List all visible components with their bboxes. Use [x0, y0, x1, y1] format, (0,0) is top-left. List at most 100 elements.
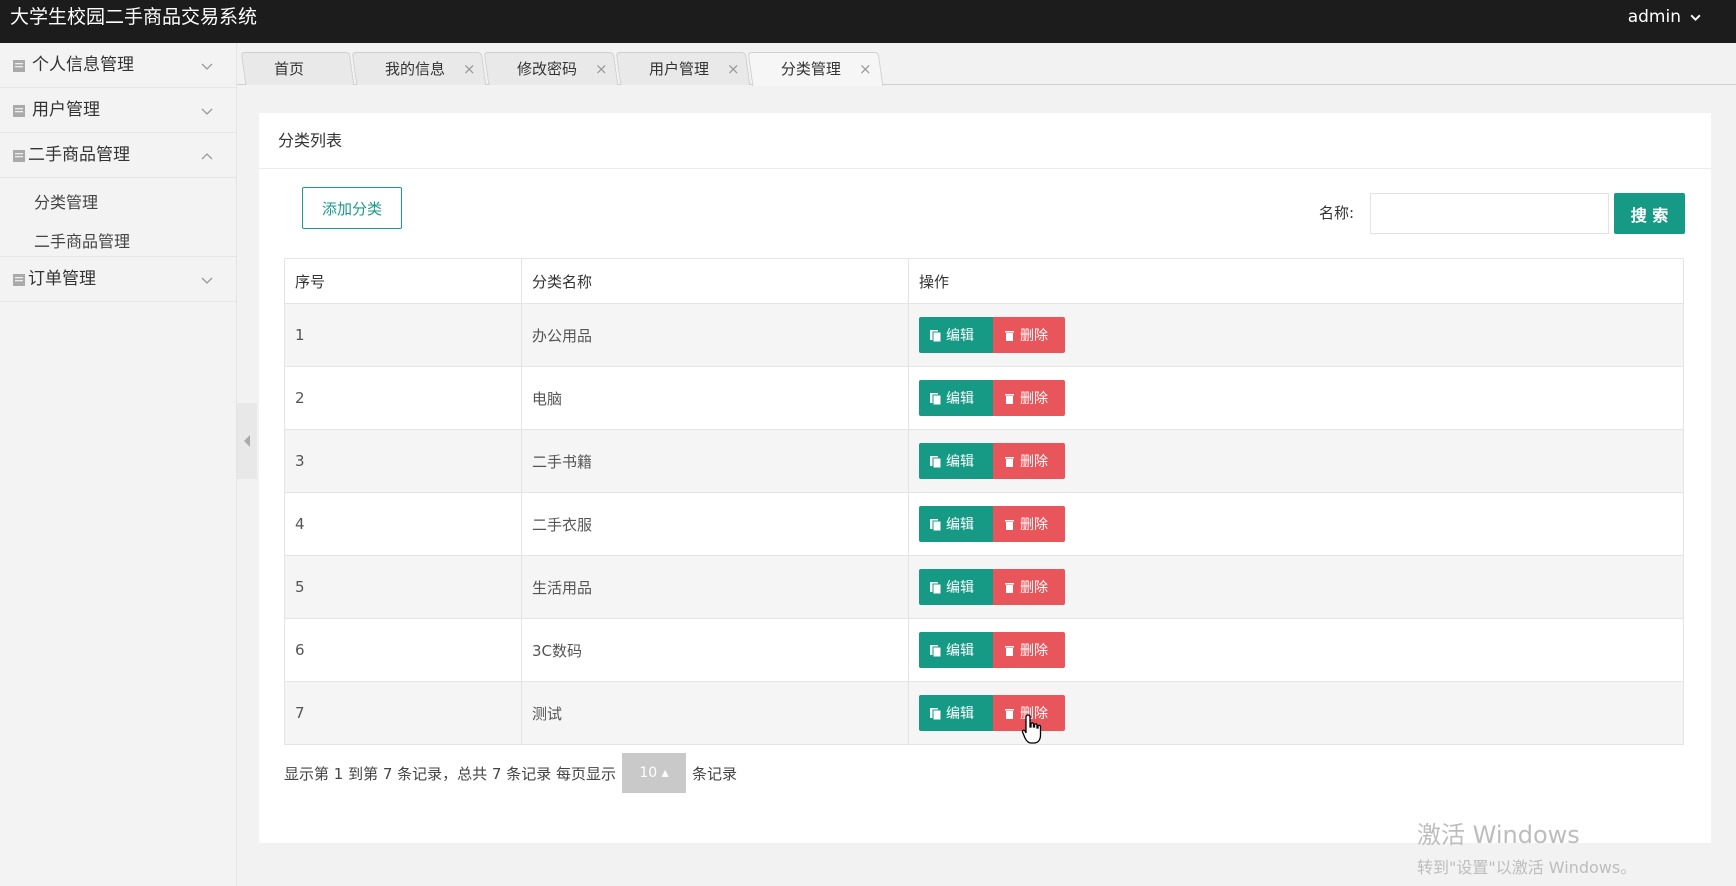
edit-button[interactable]: 编辑: [919, 443, 993, 479]
category-table: 序号 分类名称 操作 1 办公用品 编辑 删除 2 电脑 编辑 删除 3 二手书…: [284, 258, 1684, 745]
sidebar-group-orders[interactable]: 订单管理: [0, 257, 236, 302]
cell-name: 电脑: [521, 366, 909, 430]
sidebar-group-goods-management[interactable]: 二手商品管理: [0, 133, 236, 178]
watermark-title: 激活 Windows: [1417, 821, 1580, 849]
tab-my-info[interactable]: 我的信息 ×: [351, 52, 487, 85]
edit-icon: [930, 329, 942, 342]
sidebar-collapse-handle[interactable]: [237, 403, 257, 479]
category-list-panel: 分类列表 添加分类 名称: 搜 索 序号 分类名称 操作 1 办公用品 编辑 删除…: [259, 113, 1711, 843]
cell-index: 4: [284, 492, 522, 556]
delete-button[interactable]: 删除: [993, 632, 1065, 668]
sidebar-item-category[interactable]: 分类管理: [34, 189, 98, 213]
search-label: 名称:: [1319, 204, 1355, 222]
cell-actions: 编辑 删除: [908, 618, 1684, 682]
chevron-down-icon: [1690, 14, 1701, 21]
table-row: 7 测试 编辑 删除: [284, 681, 1684, 745]
tab-change-password[interactable]: 修改密码 ×: [483, 52, 619, 85]
delete-label: 删除: [1020, 580, 1048, 596]
delete-label: 删除: [1020, 517, 1048, 533]
cell-actions: 编辑 删除: [908, 303, 1684, 367]
cell-index: 2: [284, 366, 522, 430]
sidebar-group-user-management[interactable]: 用户管理: [0, 88, 236, 133]
delete-label: 删除: [1020, 454, 1048, 470]
user-menu[interactable]: admin: [1628, 0, 1702, 34]
cell-actions: 编辑 删除: [908, 429, 1684, 493]
trash-icon: [1005, 330, 1014, 341]
cell-index: 3: [284, 429, 522, 493]
cell-name: 二手衣服: [521, 492, 909, 556]
edit-icon: [930, 455, 942, 468]
delete-button[interactable]: 删除: [993, 506, 1065, 542]
trash-icon: [1005, 456, 1014, 467]
edit-button[interactable]: 编辑: [919, 380, 993, 416]
edit-icon: [930, 707, 942, 720]
trash-icon: [1005, 519, 1014, 530]
hand-cursor-icon: [1021, 714, 1042, 744]
user-name: admin: [1627, 7, 1681, 27]
delete-button[interactable]: 删除: [993, 380, 1065, 416]
document-icon: [13, 60, 25, 72]
edit-button[interactable]: 编辑: [919, 695, 993, 731]
column-header-actions: 操作: [908, 258, 1684, 304]
tab-label: 用户管理: [649, 60, 710, 78]
tab-category-management[interactable]: 分类管理 ×: [747, 52, 884, 86]
tab-label: 修改密码: [517, 60, 578, 78]
chevron-down-icon: [201, 277, 213, 284]
trash-icon: [1005, 645, 1014, 656]
close-icon[interactable]: ×: [859, 60, 872, 78]
pagination-suffix: 条记录: [692, 764, 738, 783]
edit-label: 编辑: [946, 706, 974, 722]
document-icon: [13, 105, 25, 117]
cell-index: 5: [284, 555, 522, 619]
close-icon[interactable]: ×: [727, 60, 740, 78]
edit-button[interactable]: 编辑: [919, 317, 993, 353]
edit-button[interactable]: 编辑: [919, 569, 993, 605]
table-row: 4 二手衣服 编辑 删除: [284, 492, 1684, 556]
edit-icon: [930, 518, 942, 531]
add-category-button[interactable]: 添加分类: [302, 187, 402, 229]
table-row: 1 办公用品 编辑 删除: [284, 303, 1684, 367]
trash-icon: [1005, 708, 1014, 719]
sidebar-item-goods[interactable]: 二手商品管理: [34, 228, 130, 252]
sidebar-group-label: 二手商品管理: [28, 145, 130, 165]
edit-label: 编辑: [946, 643, 974, 659]
close-icon[interactable]: ×: [463, 60, 476, 78]
search-input[interactable]: [1370, 193, 1609, 234]
cell-name: 办公用品: [521, 303, 909, 367]
delete-button[interactable]: 删除: [993, 443, 1065, 479]
cell-index: 1: [284, 303, 522, 367]
sidebar: 个人信息管理 用户管理 二手商品管理 分类管理 二手商品管理 订单管理: [0, 43, 237, 886]
top-bar: 大学生校园二手商品交易系统 admin: [0, 0, 1736, 43]
page-size-select[interactable]: 10 ▴: [622, 753, 687, 793]
tab-label: 首页: [274, 60, 305, 78]
edit-label: 编辑: [946, 580, 974, 596]
tab-label: 分类管理: [780, 60, 841, 78]
cell-index: 7: [284, 681, 522, 745]
table-row: 3 二手书籍 编辑 删除: [284, 429, 1684, 493]
trash-icon: [1005, 393, 1014, 404]
cell-name: 测试: [521, 681, 909, 745]
panel-title: 分类列表: [259, 113, 1711, 169]
edit-icon: [930, 392, 942, 405]
document-icon: [13, 274, 25, 286]
edit-button[interactable]: 编辑: [919, 632, 993, 668]
column-header-index: 序号: [284, 258, 522, 304]
tab-user-management[interactable]: 用户管理 ×: [615, 52, 751, 85]
cell-name: 生活用品: [521, 555, 909, 619]
delete-button[interactable]: 删除: [993, 569, 1065, 605]
chevron-down-icon: [201, 108, 213, 115]
document-icon: [13, 150, 25, 162]
edit-label: 编辑: [946, 391, 974, 407]
cell-actions: 编辑 删除: [908, 555, 1684, 619]
delete-button[interactable]: 删除: [993, 317, 1065, 353]
edit-icon: [930, 644, 942, 657]
sidebar-group-personal-info[interactable]: 个人信息管理: [0, 43, 236, 88]
windows-activation-watermark: 激活 Windows 转到"设置"以激活 Windows。: [1417, 815, 1636, 878]
cell-actions: 编辑 删除: [908, 492, 1684, 556]
edit-label: 编辑: [946, 328, 974, 344]
chevron-left-icon: [244, 435, 250, 447]
tab-home[interactable]: 首页: [240, 52, 355, 85]
close-icon[interactable]: ×: [595, 60, 608, 78]
search-button[interactable]: 搜 索: [1614, 193, 1685, 234]
edit-button[interactable]: 编辑: [919, 506, 993, 542]
